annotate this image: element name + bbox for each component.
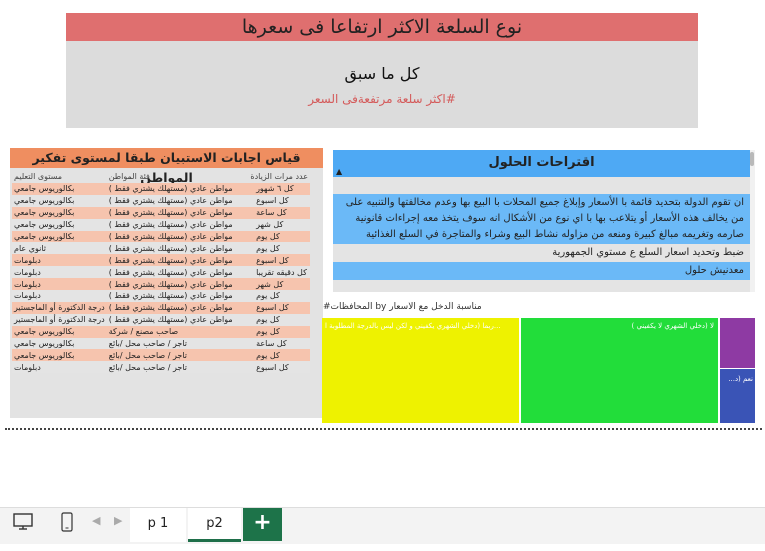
suggestions-list: ان تقوم الدولة بتحديد قائمة با الأسعار و… bbox=[333, 194, 750, 280]
desktop-view-icon[interactable] bbox=[12, 512, 34, 532]
table-row[interactable]: بكالوريوس جامعي مواطن عادي (مستهلك يشتري … bbox=[12, 206, 310, 219]
column-header-citizen-type[interactable]: فئة المواطن bbox=[107, 170, 240, 183]
table-row[interactable]: دبلومات مواطن عادي (مستهلك يشتري فقط ) كل … bbox=[12, 266, 310, 279]
increase-count-cell: كل يوم bbox=[240, 230, 310, 243]
table-row[interactable]: دبلومات مواطن عادي (مستهلك يشتري فقط ) كل … bbox=[12, 254, 310, 267]
sort-up-icon[interactable]: ▲ bbox=[336, 167, 342, 176]
tab-page-2[interactable]: p2 bbox=[188, 508, 241, 542]
header-title: نوع السلعة الاكثر ارتفاعا فى سعرها bbox=[66, 13, 698, 41]
increase-count-cell: كل يوم bbox=[240, 313, 310, 326]
education-cell: بكالوريوس جامعي bbox=[12, 206, 107, 219]
education-cell: بكالوريوس جامعي bbox=[12, 325, 107, 338]
treemap-cell-yes[interactable]: نعم (د... bbox=[720, 369, 755, 423]
education-cell: بكالوريوس جامعي bbox=[12, 337, 107, 350]
education-cell: بكالوريوس جامعي bbox=[12, 230, 107, 243]
increase-count-cell: كل اسبوع bbox=[240, 301, 310, 314]
education-cell: درجة الدكتورة أو الماجستير bbox=[12, 301, 107, 314]
dotted-divider bbox=[5, 428, 762, 430]
citizen-type-cell: مواطن عادي (مستهلك يشتري فقط ) bbox=[106, 266, 241, 279]
education-cell: دبلومات bbox=[12, 290, 107, 302]
citizen-type-cell: مواطن عادي (مستهلك يشتري فقط ) bbox=[106, 242, 241, 255]
education-cell: دبلومات bbox=[12, 361, 107, 374]
increase-count-cell: كل اسبوع bbox=[240, 254, 310, 267]
treemap-cell-label: نعم (د... bbox=[728, 375, 753, 383]
increase-count-cell: كل يوم bbox=[240, 349, 310, 362]
table-row[interactable]: بكالوريوس جامعي تاجر / صاحب محل /بائع كل ي… bbox=[12, 349, 310, 362]
treemap-cell-label: لا (دخلي الشهري لا يكفيني ) bbox=[631, 322, 714, 330]
education-cell: درجة الدكتورة أو الماجستير bbox=[12, 313, 107, 326]
card-main-value: كل ما سبق bbox=[344, 64, 420, 83]
table-row[interactable]: دبلومات مواطن عادي (مستهلك يشتري فقط ) كل … bbox=[12, 290, 310, 302]
citizen-type-cell: مواطن عادي (مستهلك يشتري فقط ) bbox=[106, 218, 241, 231]
citizen-type-cell: صاحب مصنع / شركة bbox=[106, 325, 241, 338]
citizen-type-cell: مواطن عادي (مستهلك يشتري فقط ) bbox=[106, 206, 241, 219]
treemap-cell-other[interactable] bbox=[720, 318, 755, 368]
increase-count-cell: كل اسبوع bbox=[240, 361, 310, 374]
education-cell: ثانوي عام bbox=[12, 242, 107, 255]
education-cell: بكالوريوس جامعي bbox=[12, 218, 107, 231]
table-row[interactable]: بكالوريوس جامعي مواطن عادي (مستهلك يشتري … bbox=[12, 230, 310, 243]
increase-count-cell: كل شهر bbox=[240, 278, 310, 291]
suggestion-item[interactable]: معدنيش حلول bbox=[333, 262, 750, 280]
table-row[interactable]: ثانوي عام مواطن عادي (مستهلك يشتري فقط ) ك… bbox=[12, 242, 310, 255]
table-row[interactable]: دبلومات مواطن عادي (مستهلك يشتري فقط ) كل … bbox=[12, 278, 310, 291]
increase-count-cell: كل اسبوع bbox=[240, 194, 310, 207]
increase-count-cell: كل دقيقه تقريبا bbox=[240, 266, 310, 279]
table-row[interactable]: بكالوريوس جامعي مواطن عادي (مستهلك يشتري … bbox=[12, 218, 310, 231]
education-cell: دبلومات bbox=[12, 254, 107, 267]
column-header-increase-count[interactable]: عدد مرات الزيادة bbox=[240, 170, 310, 183]
education-cell: بكالوريوس جامعي bbox=[12, 349, 107, 362]
survey-table: مستوى التعليم فئة المواطن عدد مرات الزيا… bbox=[12, 170, 310, 374]
citizen-type-cell: مواطن عادي (مستهلك يشتري فقط ) bbox=[106, 194, 241, 207]
table-row[interactable]: درجة الدكتورة أو الماجستير مواطن عادي (مس… bbox=[12, 313, 310, 326]
increase-count-cell: كل يوم bbox=[240, 290, 310, 302]
increase-count-cell: كل يوم bbox=[240, 242, 310, 255]
education-cell: بكالوريوس جامعي bbox=[12, 183, 107, 195]
treemap-title: مناسبة الدخل مع الاسعار by المحافظات# bbox=[323, 302, 482, 312]
increase-count-cell: كل يوم bbox=[240, 325, 310, 338]
table-row[interactable]: بكالوريوس جامعي مواطن عادي (مستهلك يشتري … bbox=[12, 194, 310, 207]
suggestions-header[interactable]: اقتراحات الحلول bbox=[333, 150, 750, 177]
tab-page-1[interactable]: p 1 bbox=[130, 508, 186, 542]
survey-table-title: قياس اجابات الاستبيان طبقا لمستوى تفكير … bbox=[10, 148, 323, 185]
citizen-type-cell: مواطن عادي (مستهلك يشتري فقط ) bbox=[106, 290, 241, 302]
table-row[interactable]: بكالوريوس جامعي صاحب مصنع / شركة كل يوم bbox=[12, 325, 310, 338]
education-cell: دبلومات bbox=[12, 266, 107, 279]
increase-count-cell: كل ساعة bbox=[240, 206, 310, 219]
treemap-cell-maybe[interactable]: ...ربما (دخلي الشهري يكفيني و لكن ليس با… bbox=[322, 318, 519, 423]
mobile-view-icon[interactable] bbox=[60, 511, 74, 533]
education-cell: دبلومات bbox=[12, 278, 107, 291]
increase-count-cell: كل ساعة bbox=[240, 337, 310, 350]
citizen-type-cell: مواطن عادي (مستهلك يشتري فقط ) bbox=[106, 254, 241, 267]
suggestions-scrollbar[interactable] bbox=[750, 150, 755, 292]
table-row[interactable]: درجة الدكتورة أو الماجستير مواطن عادي (مس… bbox=[12, 301, 310, 314]
citizen-type-cell: تاجر / صاحب محل /بائع bbox=[106, 361, 241, 374]
table-row[interactable]: بكالوريوس جامعي تاجر / صاحب محل /بائع كل س… bbox=[12, 337, 310, 350]
citizen-type-cell: تاجر / صاحب محل /بائع bbox=[106, 349, 241, 362]
suggestions-scrollbar-thumb[interactable] bbox=[750, 152, 754, 166]
suggestion-item[interactable]: ان تقوم الدولة بتحديد قائمة با الأسعار و… bbox=[333, 194, 750, 244]
next-page-icon[interactable]: ▶ bbox=[114, 514, 122, 527]
citizen-type-cell: مواطن عادي (مستهلك يشتري فقط ) bbox=[106, 313, 241, 326]
suggestions-spacer bbox=[333, 180, 750, 193]
previous-page-icon[interactable]: ◀ bbox=[92, 514, 100, 527]
citizen-type-cell: مواطن عادي (مستهلك يشتري فقط ) bbox=[106, 183, 241, 195]
citizen-type-cell: مواطن عادي (مستهلك يشتري فقط ) bbox=[106, 301, 241, 314]
card-sub-label: اكثر سلعة مرتفعةفى السعر# bbox=[308, 92, 456, 106]
table-row[interactable]: دبلومات تاجر / صاحب محل /بائع كل اسبوع bbox=[12, 361, 310, 374]
column-header-education[interactable]: مستوى التعليم bbox=[12, 170, 107, 183]
treemap-cell-label: ...ربما (دخلي الشهري يكفيني و لكن ليس با… bbox=[325, 322, 501, 330]
add-page-button[interactable]: + bbox=[243, 508, 282, 541]
citizen-type-cell: تاجر / صاحب محل /بائع bbox=[106, 337, 241, 350]
increase-count-cell: كل شهر bbox=[240, 218, 310, 231]
table-row[interactable]: بكالوريوس جامعي مواطن عادي (مستهلك يشتري … bbox=[12, 183, 310, 195]
suggestion-item[interactable]: ضبط وتحديد اسعار السلع ع مستوي الجمهورية bbox=[333, 244, 750, 262]
treemap-cell-no[interactable]: لا (دخلي الشهري لا يكفيني ) bbox=[521, 318, 718, 423]
increase-count-cell: كل ٦ شهور bbox=[240, 183, 310, 195]
citizen-type-cell: مواطن عادي (مستهلك يشتري فقط ) bbox=[106, 230, 241, 243]
education-cell: بكالوريوس جامعي bbox=[12, 194, 107, 207]
citizen-type-cell: مواطن عادي (مستهلك يشتري فقط ) bbox=[106, 278, 241, 291]
